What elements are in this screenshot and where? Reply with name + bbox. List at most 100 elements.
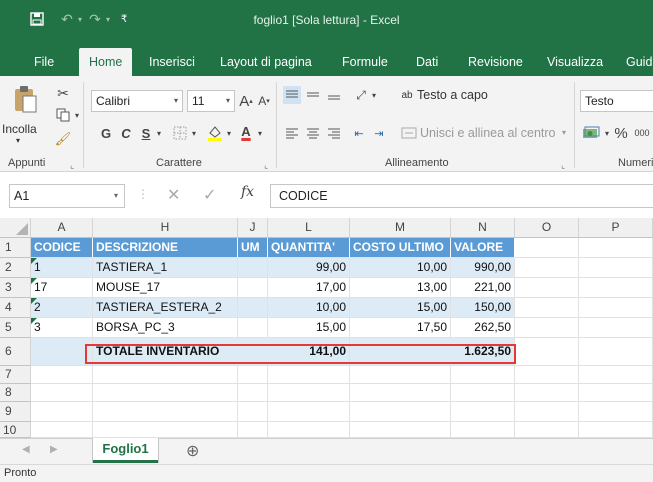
wrap-text-icon[interactable]: ab bbox=[398, 86, 416, 104]
grid-cell[interactable] bbox=[93, 402, 238, 422]
grid-cell[interactable] bbox=[515, 258, 579, 278]
paste-label[interactable]: Incolla bbox=[2, 122, 37, 136]
font-color-dropdown-icon[interactable]: ▾ bbox=[255, 122, 265, 144]
tab-view[interactable]: Visualizza bbox=[537, 48, 613, 76]
wrap-text-button[interactable]: Testo a capo bbox=[417, 88, 488, 102]
merge-center-button[interactable]: Unisci e allinea al centro bbox=[420, 126, 556, 140]
table-header-cell[interactable]: VALORE bbox=[451, 238, 515, 258]
grid-cell[interactable]: MOUSE_17 bbox=[93, 278, 238, 298]
grid-cell[interactable]: 221,00 bbox=[451, 278, 515, 298]
font-name-select[interactable]: Calibri ▾ bbox=[91, 90, 183, 112]
grid-cell[interactable] bbox=[31, 422, 93, 438]
column-header[interactable]: M bbox=[350, 218, 451, 238]
align-left-icon[interactable] bbox=[283, 124, 301, 142]
table-header-cell[interactable]: CODICE bbox=[31, 238, 93, 258]
accounting-format-icon[interactable] bbox=[580, 124, 602, 142]
grid-cell[interactable]: BORSA_PC_3 bbox=[93, 318, 238, 338]
grid-cell[interactable] bbox=[238, 422, 268, 438]
shrink-font-icon[interactable]: A ▾ bbox=[256, 90, 272, 112]
row-header[interactable]: 1 bbox=[0, 238, 31, 258]
total-value[interactable]: 1.623,50 bbox=[451, 338, 515, 366]
grid-cell[interactable] bbox=[579, 258, 653, 278]
row-header[interactable]: 9 bbox=[0, 402, 31, 422]
grid-cell[interactable] bbox=[31, 384, 93, 402]
grid-cell[interactable]: 150,00 bbox=[451, 298, 515, 318]
grid-cell[interactable] bbox=[579, 366, 653, 384]
grid-cell[interactable] bbox=[579, 318, 653, 338]
grid-cell[interactable] bbox=[451, 384, 515, 402]
format-painter-icon[interactable]: 🖌 bbox=[54, 130, 72, 148]
confirm-entry-icon[interactable]: ✓ bbox=[203, 185, 216, 205]
align-center-icon[interactable] bbox=[304, 124, 322, 142]
grid-cell[interactable] bbox=[579, 402, 653, 422]
grid-cell[interactable] bbox=[515, 402, 579, 422]
paste-icon[interactable] bbox=[10, 82, 40, 116]
grid-cell[interactable] bbox=[350, 366, 451, 384]
grid-cell[interactable] bbox=[451, 366, 515, 384]
bold-button[interactable]: G bbox=[99, 122, 113, 144]
underline-dropdown-icon[interactable]: ▾ bbox=[154, 122, 164, 144]
column-header[interactable]: O bbox=[515, 218, 579, 238]
align-right-icon[interactable] bbox=[325, 124, 343, 142]
grid-cell[interactable]: 13,00 bbox=[350, 278, 451, 298]
cancel-entry-icon[interactable]: ✕ bbox=[167, 185, 180, 205]
percent-style-button[interactable]: % bbox=[613, 122, 629, 144]
grid-cell[interactable] bbox=[451, 422, 515, 438]
grid-cell[interactable] bbox=[268, 384, 350, 402]
grid-cell[interactable] bbox=[579, 422, 653, 438]
grid-cell[interactable] bbox=[579, 298, 653, 318]
grid-cell[interactable]: 17 bbox=[31, 278, 93, 298]
orientation-icon[interactable]: ⤢ bbox=[352, 86, 370, 104]
grid-cell[interactable] bbox=[238, 384, 268, 402]
sheet-tab-foglio1[interactable]: Foglio1 bbox=[93, 438, 158, 463]
select-all-corner[interactable] bbox=[0, 218, 31, 238]
number-format-select[interactable]: Testo bbox=[580, 90, 653, 112]
underline-button[interactable]: S bbox=[139, 122, 153, 144]
grid-cell[interactable] bbox=[31, 366, 93, 384]
row-header[interactable]: 6 bbox=[0, 338, 31, 366]
grid-cell[interactable] bbox=[579, 278, 653, 298]
borders-icon[interactable] bbox=[172, 124, 188, 142]
grid-cell[interactable]: 17,00 bbox=[268, 278, 350, 298]
grid-cell[interactable] bbox=[238, 278, 268, 298]
grid-cell[interactable]: 262,50 bbox=[451, 318, 515, 338]
grid-cell[interactable] bbox=[238, 318, 268, 338]
align-bottom-icon[interactable] bbox=[325, 86, 343, 104]
alignment-launcher-icon[interactable]: ⌞ bbox=[561, 160, 565, 171]
tab-page-layout[interactable]: Layout di pagina bbox=[210, 48, 322, 76]
grid-cell[interactable] bbox=[93, 384, 238, 402]
grid-cell[interactable] bbox=[238, 298, 268, 318]
column-header[interactable]: J bbox=[238, 218, 268, 238]
copy-icon[interactable] bbox=[54, 106, 72, 124]
insert-function-icon[interactable]: fx bbox=[241, 184, 254, 200]
table-header-cell[interactable]: COSTO ULTIMO bbox=[350, 238, 451, 258]
table-header-cell[interactable]: UM bbox=[238, 238, 268, 258]
tab-insert[interactable]: Inserisci bbox=[139, 48, 205, 76]
grid-cell[interactable] bbox=[31, 402, 93, 422]
tab-file[interactable]: File bbox=[24, 48, 64, 76]
align-top-icon[interactable] bbox=[283, 86, 301, 104]
grid-cell[interactable]: 3 bbox=[31, 318, 93, 338]
grid-cell[interactable]: TASTIERA_1 bbox=[93, 258, 238, 278]
total-label[interactable]: TOTALE INVENTARIO bbox=[93, 338, 268, 366]
grid-cell[interactable]: 99,00 bbox=[268, 258, 350, 278]
grid-cell[interactable]: 17,50 bbox=[350, 318, 451, 338]
grow-font-icon[interactable]: A ▴ bbox=[238, 90, 254, 112]
grid-cell[interactable]: 10,00 bbox=[350, 258, 451, 278]
grid-cell[interactable] bbox=[93, 366, 238, 384]
fill-color-dropdown-icon[interactable]: ▾ bbox=[224, 122, 234, 144]
grid-cell[interactable]: 1 bbox=[31, 258, 93, 278]
grid-cell[interactable] bbox=[350, 402, 451, 422]
increase-indent-icon[interactable]: ⇥ bbox=[370, 124, 388, 142]
scroll-left-icon[interactable]: ◀ bbox=[22, 444, 30, 455]
total-quantity[interactable]: 141,00 bbox=[268, 338, 350, 366]
column-header[interactable]: N bbox=[451, 218, 515, 238]
cut-icon[interactable]: ✂ bbox=[54, 84, 72, 102]
table-header-cell[interactable]: QUANTITA' bbox=[268, 238, 350, 258]
column-header[interactable]: H bbox=[93, 218, 238, 238]
fill-color-icon[interactable] bbox=[206, 122, 224, 144]
column-header[interactable]: L bbox=[268, 218, 350, 238]
row-header[interactable]: 2 bbox=[0, 258, 31, 278]
formula-input[interactable]: CODICE bbox=[270, 184, 653, 208]
grid-cell[interactable] bbox=[350, 422, 451, 438]
